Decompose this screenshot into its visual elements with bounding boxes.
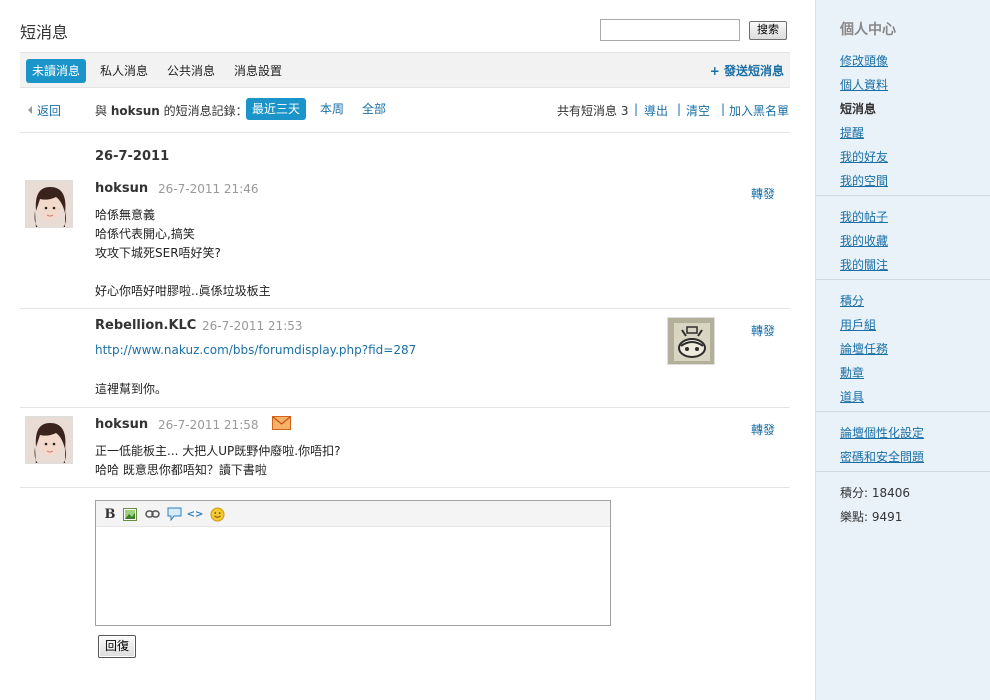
sidebar-item-friends[interactable]: 我的好友 [840,148,888,165]
editor-toolbar: B <> [96,501,610,527]
search-input[interactable] [600,19,740,41]
message-divider [20,487,790,488]
points-stat: 樂點: 9491 [840,510,903,524]
avatar[interactable] [25,416,73,464]
export-link[interactable]: 導出 [644,102,668,119]
image-icon[interactable] [122,506,138,522]
sidebar-divider [816,195,990,196]
sidebar-title: 個人中心 [840,22,896,38]
new-message-envelope-icon [272,416,291,433]
reply-button[interactable]: 回復 [98,635,136,658]
message-line: 正一低能板主... 大把人UP既野仲廢啦.你唔扣? [95,444,341,458]
divider: | [634,102,639,116]
bold-icon[interactable]: B [102,506,118,522]
tab-private[interactable]: 私人消息 [94,59,154,83]
message-time: 26-7-2011 21:46 [158,182,259,196]
forward-link[interactable]: 轉發 [751,322,775,339]
sidebar-divider [816,411,990,412]
message-line: 哈哈 既意思你都唔知？讀下書啦 [95,463,267,477]
conversation-date: 26-7-2011 [95,149,170,164]
sidebar-item-personalization[interactable]: 論壇個性化設定 [840,424,924,441]
sidebar-item-profile[interactable]: 個人資料 [840,76,888,93]
sidebar-item-following[interactable]: 我的關注 [840,256,888,273]
message-time: 26-7-2011 21:53 [202,319,303,333]
conversation-label: 與 hoksun 的短消息記錄： [95,104,248,118]
back-arrow-icon [28,106,32,114]
message-sender[interactable]: hoksun [95,417,148,432]
divider: | [677,102,682,116]
sidebar-item-posts[interactable]: 我的帖子 [840,208,888,225]
reply-editor: B <> [95,500,611,626]
reply-textarea[interactable] [96,527,610,625]
back-link[interactable]: 返回 [28,102,61,119]
code-icon[interactable]: <> [187,506,204,522]
link-icon[interactable] [144,506,160,522]
message-tab-bar: 未讀消息 私人消息 公共消息 消息設置 + 發送短消息 [20,52,790,88]
user-center-sidebar: 個人中心 修改頭像 個人資料 短消息 提醒 我的好友 我的空間 我的帖子 我的收… [815,0,990,700]
conversation-filter-row: 返回 與 hoksun 的短消息記錄： 最近三天 本周 全部 共有短消息 3 |… [20,88,790,133]
sidebar-item-edit-avatar[interactable]: 修改頭像 [840,52,888,69]
range-last-three-days[interactable]: 最近三天 [246,98,307,120]
sidebar-item-tasks[interactable]: 論壇任務 [840,340,888,357]
sidebar-item-space[interactable]: 我的空間 [840,172,888,189]
search-button[interactable]: 搜索 [749,21,787,40]
forward-link[interactable]: 轉發 [751,421,775,438]
message-line: 哈係代表開心,搞笑 [95,227,195,241]
sidebar-divider [816,471,990,472]
sidebar-item-password-security[interactable]: 密碼和安全問題 [840,448,924,465]
sidebar-item-notifications[interactable]: 提醒 [840,124,864,141]
range-all[interactable]: 全部 [356,98,392,120]
tab-settings[interactable]: 消息設置 [228,59,288,83]
page-title: 短消息 [20,23,69,42]
range-this-week[interactable]: 本周 [314,98,350,120]
avatar[interactable] [667,317,715,365]
sidebar-divider [816,279,990,280]
message-line: 哈係無意義 [95,208,156,222]
smiley-icon[interactable] [209,506,225,522]
quote-icon[interactable] [166,506,182,522]
message-count: 共有短消息 3 [557,104,629,118]
credits-stat: 積分: 18406 [840,486,911,500]
sidebar-item-usergroup[interactable]: 用戶組 [840,316,876,333]
avatar[interactable] [25,180,73,228]
conversation-username: hoksun [110,104,160,118]
tab-public[interactable]: 公共消息 [161,59,221,83]
message-sender[interactable]: hoksun [95,181,148,196]
clear-link[interactable]: 清空 [686,102,710,119]
sidebar-item-medals[interactable]: 勳章 [840,364,864,381]
message-divider [20,308,790,309]
message-line: 好心你唔好咁膠啦..眞係垃圾板主 [95,284,271,298]
sidebar-item-messages[interactable]: 短消息 [840,100,876,117]
forward-link[interactable]: 轉發 [751,185,775,202]
sidebar-item-favorites[interactable]: 我的收藏 [840,232,888,249]
sidebar-item-props[interactable]: 道具 [840,388,864,405]
send-message-link[interactable]: + 發送短消息 [710,59,784,83]
divider: | [721,102,726,116]
blacklist-link[interactable]: 加入黑名單 [729,102,789,119]
message-divider [20,407,790,408]
sidebar-item-credits[interactable]: 積分 [840,292,864,309]
message-sender[interactable]: Rebellion.KLC [95,318,196,333]
message-line: 攻攻下城死SER唔好笑? [95,246,221,260]
message-time: 26-7-2011 21:58 [158,418,259,432]
tab-unread[interactable]: 未讀消息 [26,59,87,83]
message-link[interactable]: http://www.nakuz.com/bbs/forumdisplay.ph… [95,343,416,357]
message-line: 這裡幫到你。 [95,382,168,396]
